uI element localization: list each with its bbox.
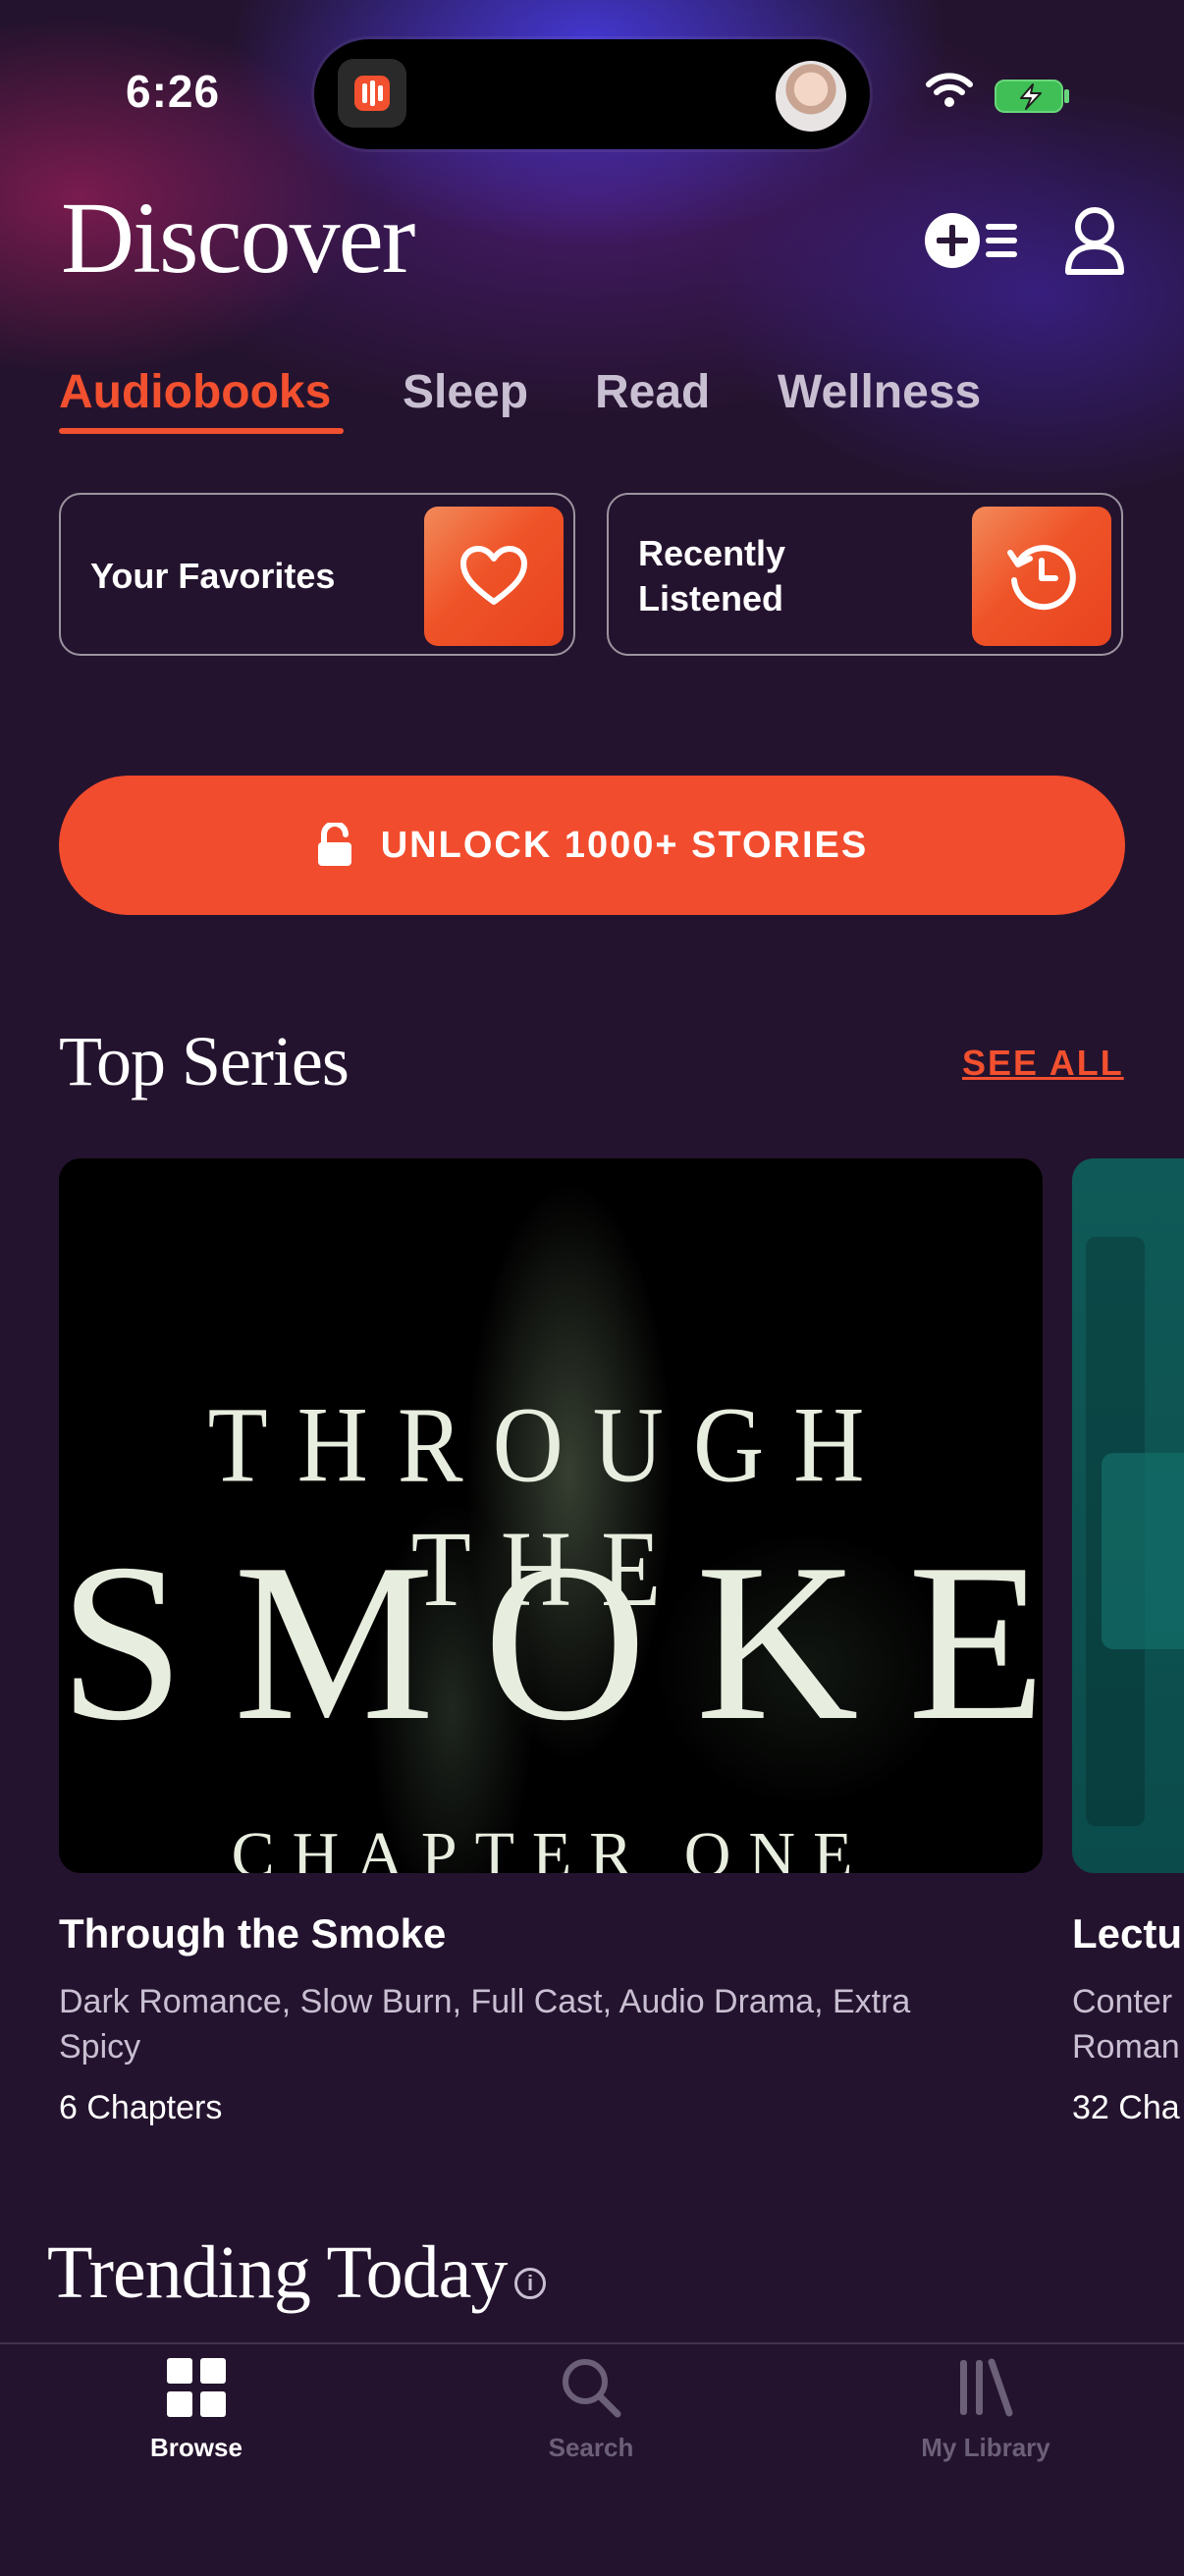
series-chapter-count: 6 Chapters bbox=[59, 2089, 223, 2126]
heart-icon bbox=[424, 507, 564, 646]
tab-sleep[interactable]: Sleep bbox=[403, 365, 528, 419]
nav-my-library-label: My Library bbox=[921, 2433, 1050, 2462]
recently-listened-card[interactable]: Recently Listened bbox=[607, 493, 1123, 656]
recently-listened-label: Recently Listened bbox=[638, 533, 786, 618]
series-tags: Dark Romance, Slow Burn, Full Cast, Audi… bbox=[59, 1983, 911, 2066]
wifi-icon bbox=[926, 73, 973, 107]
unlock-label: UNLOCK 1000+ STORIES bbox=[380, 824, 869, 866]
add-queue-icon[interactable] bbox=[923, 206, 1021, 275]
status-time: 6:26 bbox=[126, 66, 221, 117]
nav-browse-label: Browse bbox=[150, 2433, 242, 2462]
cover-title-line3: CHAPTER ONE bbox=[231, 1819, 871, 1873]
battery-charging-icon bbox=[995, 80, 1069, 113]
nav-browse[interactable]: Browse bbox=[49, 2356, 344, 2463]
series-tags: Conter Roman bbox=[1072, 1983, 1180, 2066]
cover-title-line2: SMOKE bbox=[59, 1517, 1043, 1767]
unlock-icon bbox=[317, 823, 351, 866]
now-playing-app-icon[interactable] bbox=[338, 59, 406, 128]
active-tab-underline bbox=[59, 428, 344, 434]
tab-read[interactable]: Read bbox=[595, 365, 710, 419]
nav-search-label: Search bbox=[548, 2433, 634, 2462]
your-favorites-label: Your Favorites bbox=[90, 556, 336, 596]
series-title[interactable]: Lectu bbox=[1072, 1910, 1182, 1958]
tab-audiobooks[interactable]: Audiobooks bbox=[59, 365, 331, 419]
search-icon bbox=[563, 2359, 621, 2418]
trending-today-title: Trending Today bbox=[47, 2231, 508, 2314]
series-chapter-count: 32 Cha bbox=[1072, 2089, 1180, 2126]
history-icon bbox=[972, 507, 1111, 646]
series-cover-second[interactable] bbox=[1072, 1158, 1184, 1873]
contact-avatar bbox=[776, 61, 846, 132]
info-icon[interactable]: i bbox=[514, 2268, 546, 2299]
top-series-title: Top Series bbox=[59, 1022, 350, 1100]
series-cover-through-the-smoke[interactable]: THROUGH THE SMOKE CHAPTER ONE bbox=[59, 1158, 1043, 1873]
series-title[interactable]: Through the Smoke bbox=[59, 1910, 446, 1958]
tab-wellness[interactable]: Wellness bbox=[778, 365, 981, 419]
see-all-link[interactable]: SEE ALL bbox=[962, 1043, 1124, 1084]
nav-search[interactable]: Search bbox=[444, 2356, 738, 2463]
page-title: Discover bbox=[61, 182, 415, 295]
grid-icon bbox=[167, 2358, 226, 2417]
unlock-stories-button[interactable]: UNLOCK 1000+ STORIES bbox=[59, 776, 1125, 915]
library-icon bbox=[960, 2358, 1013, 2417]
nav-my-library[interactable]: My Library bbox=[838, 2356, 1133, 2463]
your-favorites-card[interactable]: Your Favorites bbox=[59, 493, 575, 656]
profile-icon[interactable] bbox=[1060, 201, 1129, 280]
